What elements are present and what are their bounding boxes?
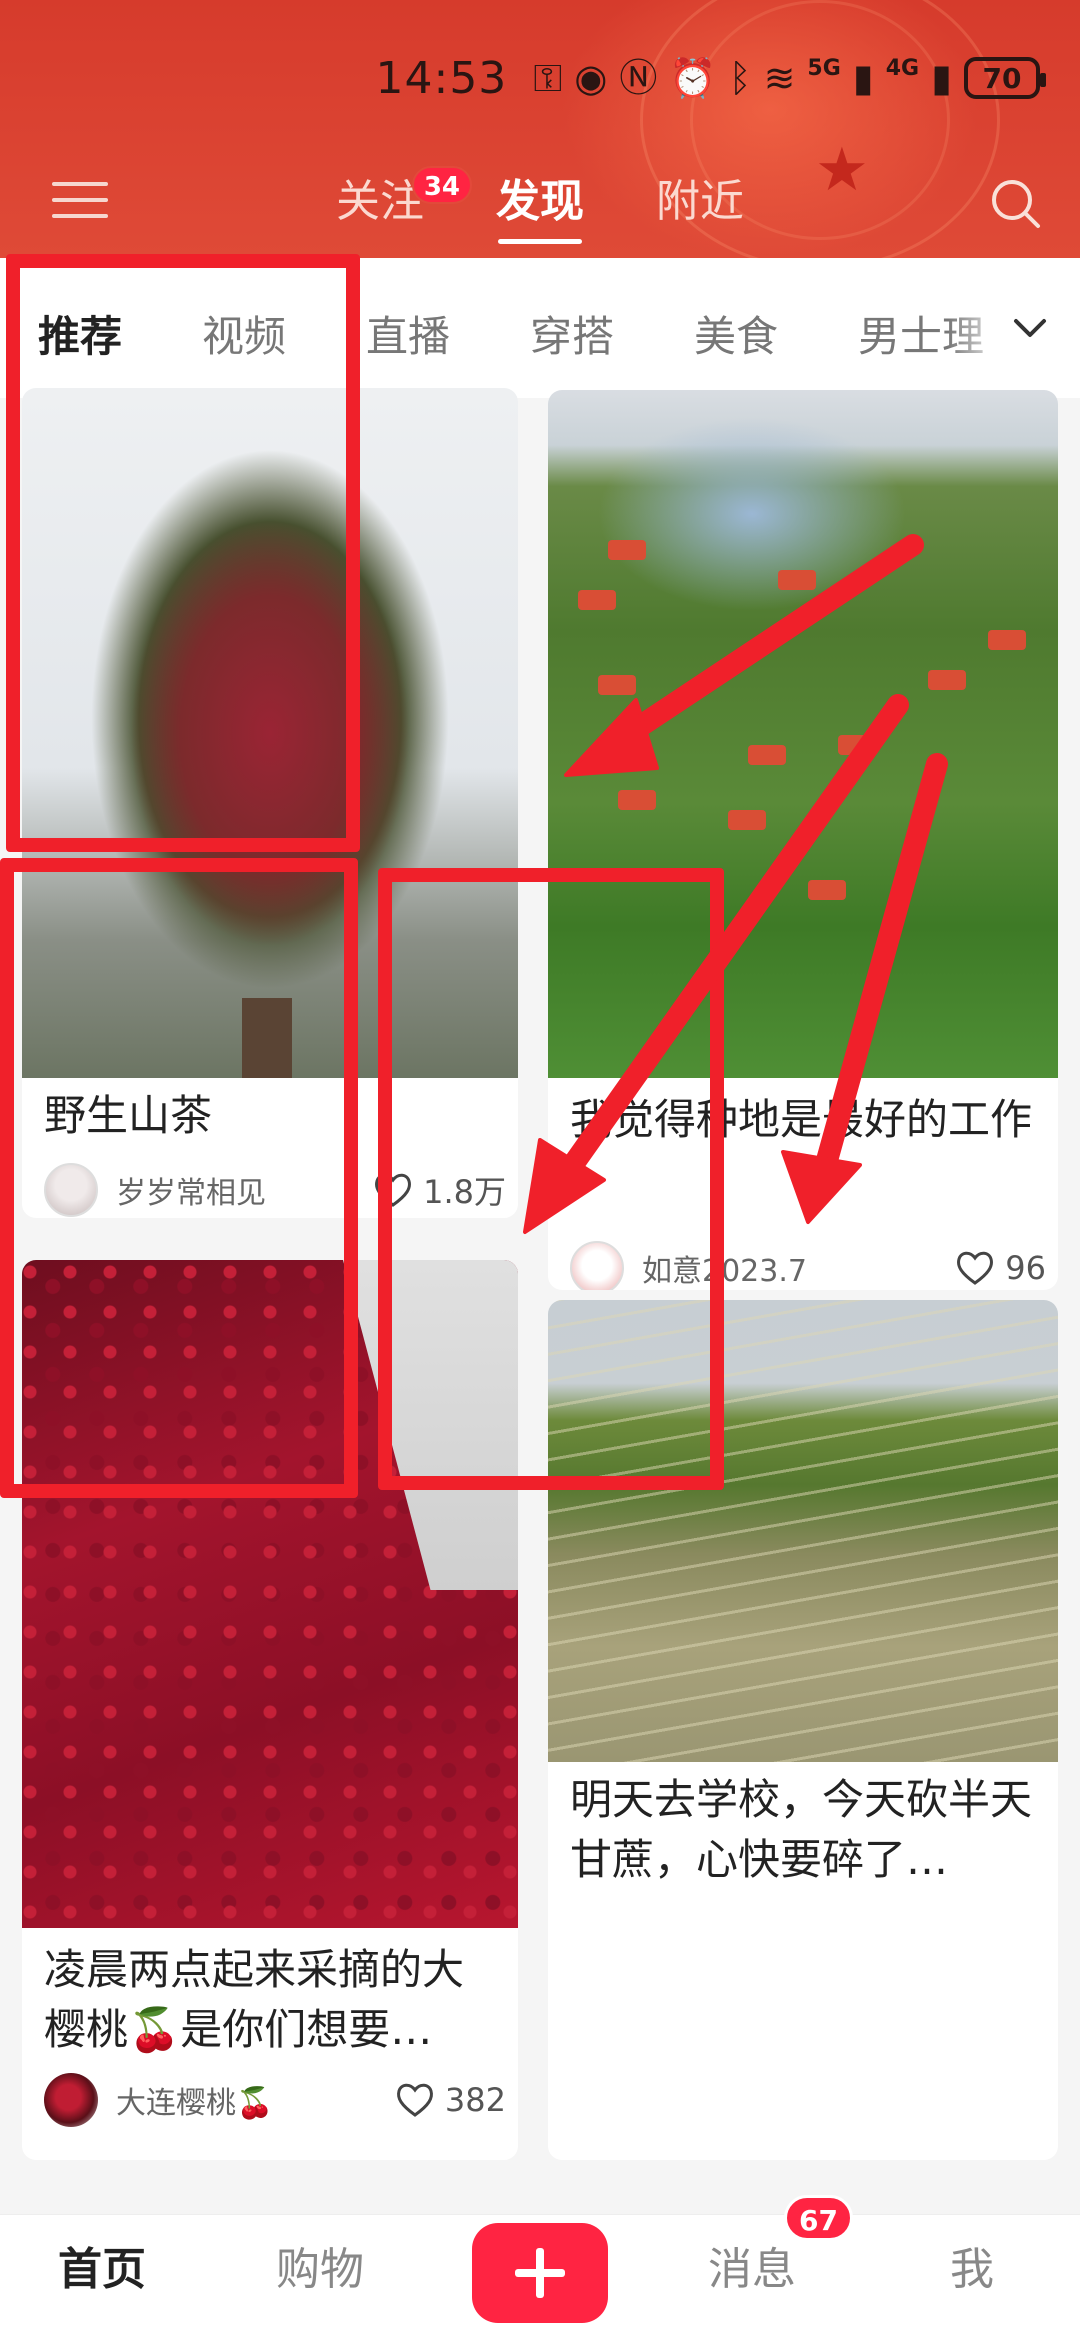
category-fade: [948, 288, 1008, 368]
heart-icon: [396, 2083, 433, 2117]
category-bar: 推荐 视频 直播 穿搭 美食 男士理: [0, 258, 1080, 398]
feed-card[interactable]: 凌晨两点起来采摘的大樱桃🍒是你们想要… 大连樱桃🍒 382: [22, 1260, 518, 2160]
card-meta: 岁岁常相见 1.8万: [44, 1160, 506, 1218]
background-wall: [343, 1260, 518, 1590]
card-title: 明天去学校，今天砍半天甘蔗，心快要碎了…: [570, 1775, 1033, 1884]
fruit-bag: [808, 880, 846, 900]
signal-icon: ▮: [852, 56, 874, 100]
fruit-bag: [578, 590, 616, 610]
tab-discover[interactable]: 发现: [490, 160, 590, 250]
category-video[interactable]: 视频: [202, 303, 366, 364]
tab-label: 关注: [336, 176, 424, 227]
wifi-icon: ≋: [763, 56, 796, 100]
card-title: 我觉得种地是最好的工作: [570, 1095, 1033, 1144]
eye-icon: ◉: [574, 56, 608, 100]
author-name[interactable]: 岁岁常相见: [116, 1168, 371, 1212]
like-button[interactable]: 382: [393, 2078, 506, 2122]
tree-trunk: [242, 998, 292, 1078]
nav-home[interactable]: 首页: [58, 2233, 146, 2297]
cover-image-cherries: [22, 1260, 518, 1928]
author-name[interactable]: 如意2023.7: [642, 1246, 953, 1290]
feed-card[interactable]: 野生山茶 岁岁常相见 1.8万: [22, 388, 518, 1218]
author-name[interactable]: 大连樱桃🍒: [116, 2078, 393, 2122]
cover-image-peach-orchard: [548, 390, 1058, 1078]
card-meta: 如意2023.7 96: [570, 1238, 1046, 1290]
nav-shop[interactable]: 购物: [276, 2233, 364, 2297]
bluetooth-icon: ᛒ: [728, 56, 752, 100]
fruit-bag: [928, 670, 966, 690]
heart-icon: [957, 1251, 994, 1285]
tab-label: 发现: [496, 176, 584, 227]
battery-indicator: 70: [964, 57, 1046, 99]
card-title: 野生山茶: [44, 1091, 213, 1140]
tab-nearby[interactable]: 附近: [650, 160, 750, 250]
avatar[interactable]: [570, 1241, 624, 1290]
category-list: 推荐 视频 直播 穿搭 美食 男士理: [38, 303, 1022, 364]
like-button[interactable]: 96: [953, 1246, 1046, 1290]
card-title: 凌晨两点起来采摘的大樱桃🍒是你们想要…: [44, 1945, 465, 2054]
status-bar: 14:53 ⚿ ◉ Ⓝ ⏰ ᛒ ≋ 5G ▮ 4G ▮ 70: [375, 48, 1046, 108]
like-count: 382: [444, 2081, 506, 2119]
fruit-bag: [748, 745, 786, 765]
fruit-bag: [728, 810, 766, 830]
status-time: 14:53: [375, 52, 508, 104]
bottom-nav: 首页 购物 消息 67 我: [0, 2195, 1080, 2340]
top-tabs: 关注 34 发现 附近: [0, 160, 1080, 250]
avatar[interactable]: [44, 2073, 98, 2127]
heart-icon: [375, 1173, 412, 1207]
following-badge: 34: [411, 166, 472, 204]
network-type-label: 5G: [807, 55, 841, 81]
feed: 野生山茶 岁岁常相见 1.8万 我觉得种地是最好的工作 如意2023.7 96 …: [0, 384, 1080, 2214]
alarm-icon: ⏰: [669, 56, 717, 100]
card-meta: 大连樱桃🍒 382: [44, 2070, 506, 2130]
nav-messages[interactable]: 消息: [708, 2233, 796, 2297]
category-outfit[interactable]: 穿搭: [530, 303, 694, 364]
feed-card[interactable]: 我觉得种地是最好的工作 如意2023.7 96: [548, 390, 1058, 1290]
avatar[interactable]: [44, 1163, 98, 1217]
post-button[interactable]: [472, 2223, 608, 2323]
fruit-bag: [838, 735, 876, 755]
fruit-bag: [598, 675, 636, 695]
category-live[interactable]: 直播: [366, 303, 530, 364]
tab-label: 附近: [656, 176, 744, 227]
like-count: 96: [1005, 1249, 1046, 1287]
fruit-bag: [778, 570, 816, 590]
cover-image-camellia-tree: [22, 388, 518, 1078]
network-type-label: 4G: [885, 55, 920, 81]
fruit-bag: [988, 630, 1026, 650]
nav-me[interactable]: 我: [950, 2233, 994, 2297]
signal-icon: ▮: [931, 56, 952, 100]
tab-following[interactable]: 关注 34: [330, 160, 472, 250]
fruit-bag: [608, 540, 646, 560]
like-count: 1.8万: [423, 1173, 506, 1211]
category-recommend[interactable]: 推荐: [38, 303, 202, 364]
chevron-down-icon[interactable]: [1008, 306, 1052, 350]
search-icon[interactable]: [988, 176, 1044, 232]
key-icon: ⚿: [533, 56, 563, 100]
nfc-icon: Ⓝ: [619, 56, 658, 100]
app-header: ★ 14:53 ⚿ ◉ Ⓝ ⏰ ᛒ ≋ 5G ▮ 4G ▮ 70 关注 34 发…: [0, 0, 1080, 258]
cover-image-sugarcane: [548, 1300, 1058, 1762]
feed-card[interactable]: 明天去学校，今天砍半天甘蔗，心快要碎了…: [548, 1300, 1058, 2160]
like-button[interactable]: 1.8万: [371, 1167, 506, 1213]
messages-badge: 67: [784, 2195, 853, 2241]
category-food[interactable]: 美食: [694, 303, 858, 364]
fruit-bag: [618, 790, 656, 810]
